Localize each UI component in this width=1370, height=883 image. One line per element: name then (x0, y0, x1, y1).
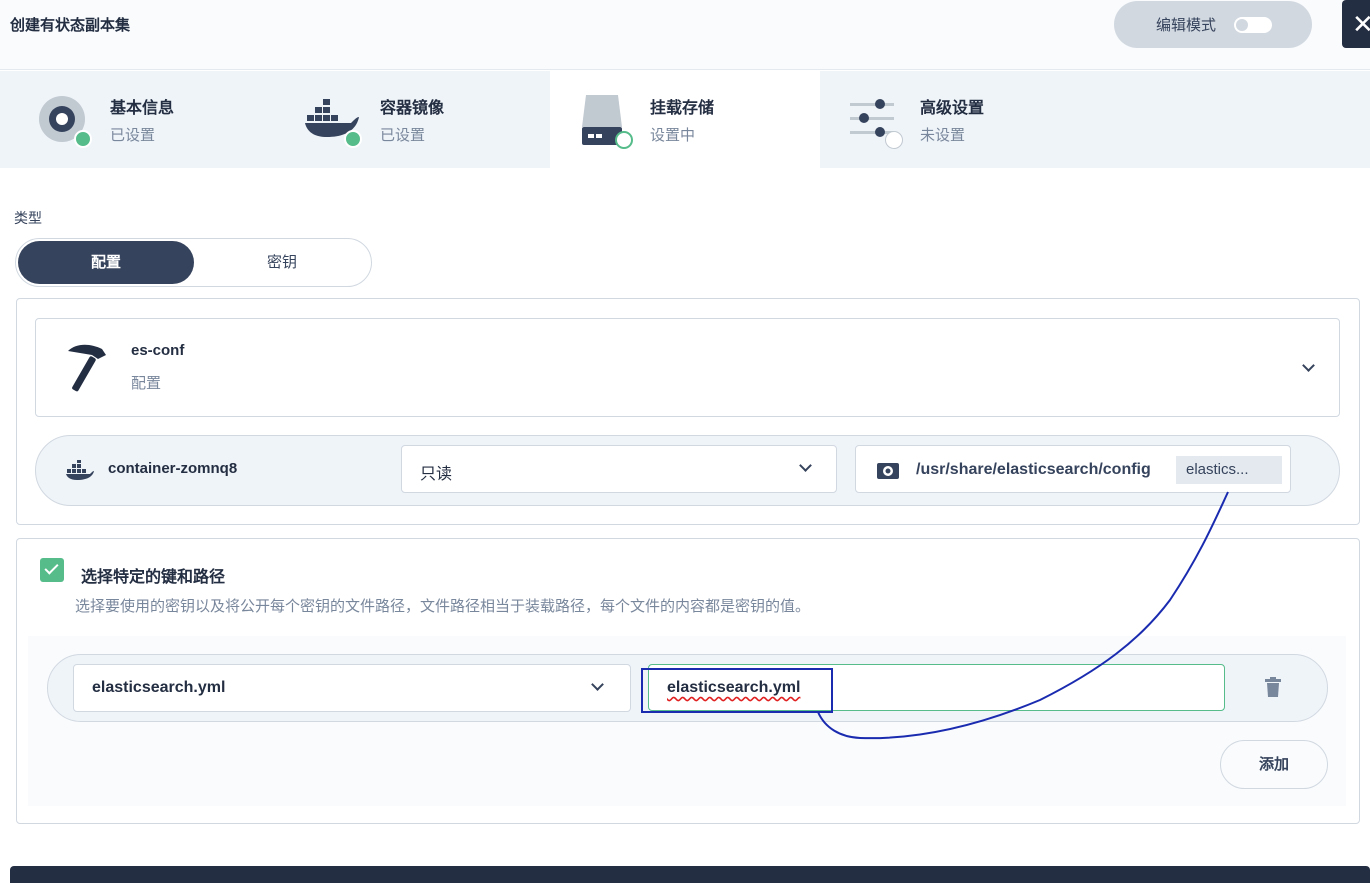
step-title: 高级设置 (920, 100, 985, 117)
footer-bar (10, 866, 1370, 883)
close-icon: ✕ (1352, 9, 1370, 39)
resource-type: 配置 (131, 375, 162, 392)
mount-path-icon (877, 463, 899, 479)
docker-icon (66, 460, 94, 480)
specific-keys-checkbox[interactable] (40, 558, 64, 582)
chevron-down-icon (591, 678, 604, 691)
mount-path-input[interactable]: /usr/share/elasticsearch/config elastics… (855, 445, 1291, 493)
type-option-config[interactable]: 配置 (18, 241, 194, 284)
chevron-down-icon (799, 459, 812, 472)
step-status: 已设置 (380, 127, 426, 144)
toggle-switch[interactable] (1234, 16, 1273, 33)
container-name: container-zomnq8 (108, 460, 238, 477)
edit-mode-toggle[interactable]: 编辑模式 (1114, 1, 1312, 48)
toggle-knob (1236, 18, 1249, 31)
annotation-box (641, 668, 833, 713)
step-status: 已设置 (110, 127, 156, 144)
step-basic-info[interactable]: 基本信息 已设置 (0, 71, 275, 168)
steps-bar: 基本信息 已设置 容器镜像 已设置 挂载存储 设置中 高级设置 未设置 (0, 71, 1370, 168)
resource-name: es-conf (131, 342, 185, 359)
key-select-value: elasticsearch.yml (92, 679, 226, 696)
edit-mode-label: 编辑模式 (1156, 17, 1217, 34)
chevron-down-icon (1302, 359, 1315, 372)
modal-title: 创建有状态副本集 (10, 17, 131, 34)
step-title: 容器镜像 (380, 100, 445, 117)
key-select[interactable]: elasticsearch.yml (73, 664, 631, 712)
check-icon (44, 560, 59, 575)
status-todo-dot (885, 131, 903, 149)
resource-select-card[interactable] (35, 318, 1340, 417)
specific-keys-label: 选择特定的键和路径 (81, 569, 226, 586)
status-done-dot (74, 130, 92, 148)
type-segmented-control: 配置 密钥 (15, 238, 372, 287)
step-title: 挂载存储 (650, 100, 715, 117)
status-progress-dot (615, 131, 633, 149)
step-container-image[interactable]: 容器镜像 已设置 (275, 71, 550, 168)
step-status: 设置中 (650, 127, 696, 144)
access-mode-select[interactable]: 只读 (401, 445, 837, 493)
status-done-dot (344, 130, 362, 148)
step-title: 基本信息 (110, 100, 175, 117)
type-option-secret[interactable]: 密钥 (194, 241, 370, 284)
trash-icon[interactable] (1265, 677, 1281, 697)
close-button[interactable]: ✕ (1342, 0, 1370, 48)
sub-path-tag: elastics... (1176, 456, 1282, 484)
type-label: 类型 (14, 210, 42, 226)
access-mode-value: 只读 (420, 466, 453, 483)
step-status: 未设置 (920, 127, 966, 144)
step-advanced-settings[interactable]: 高级设置 未设置 (820, 71, 1095, 168)
specific-keys-description: 选择要使用的密钥以及将公开每个密钥的文件路径，文件路径相当于装载路径，每个文件的… (75, 598, 811, 615)
step-storage[interactable]: 挂载存储 设置中 (550, 71, 820, 168)
add-button[interactable]: 添加 (1220, 740, 1328, 789)
hammer-icon (68, 344, 106, 392)
mount-path-value: /usr/share/elasticsearch/config (916, 461, 1151, 478)
